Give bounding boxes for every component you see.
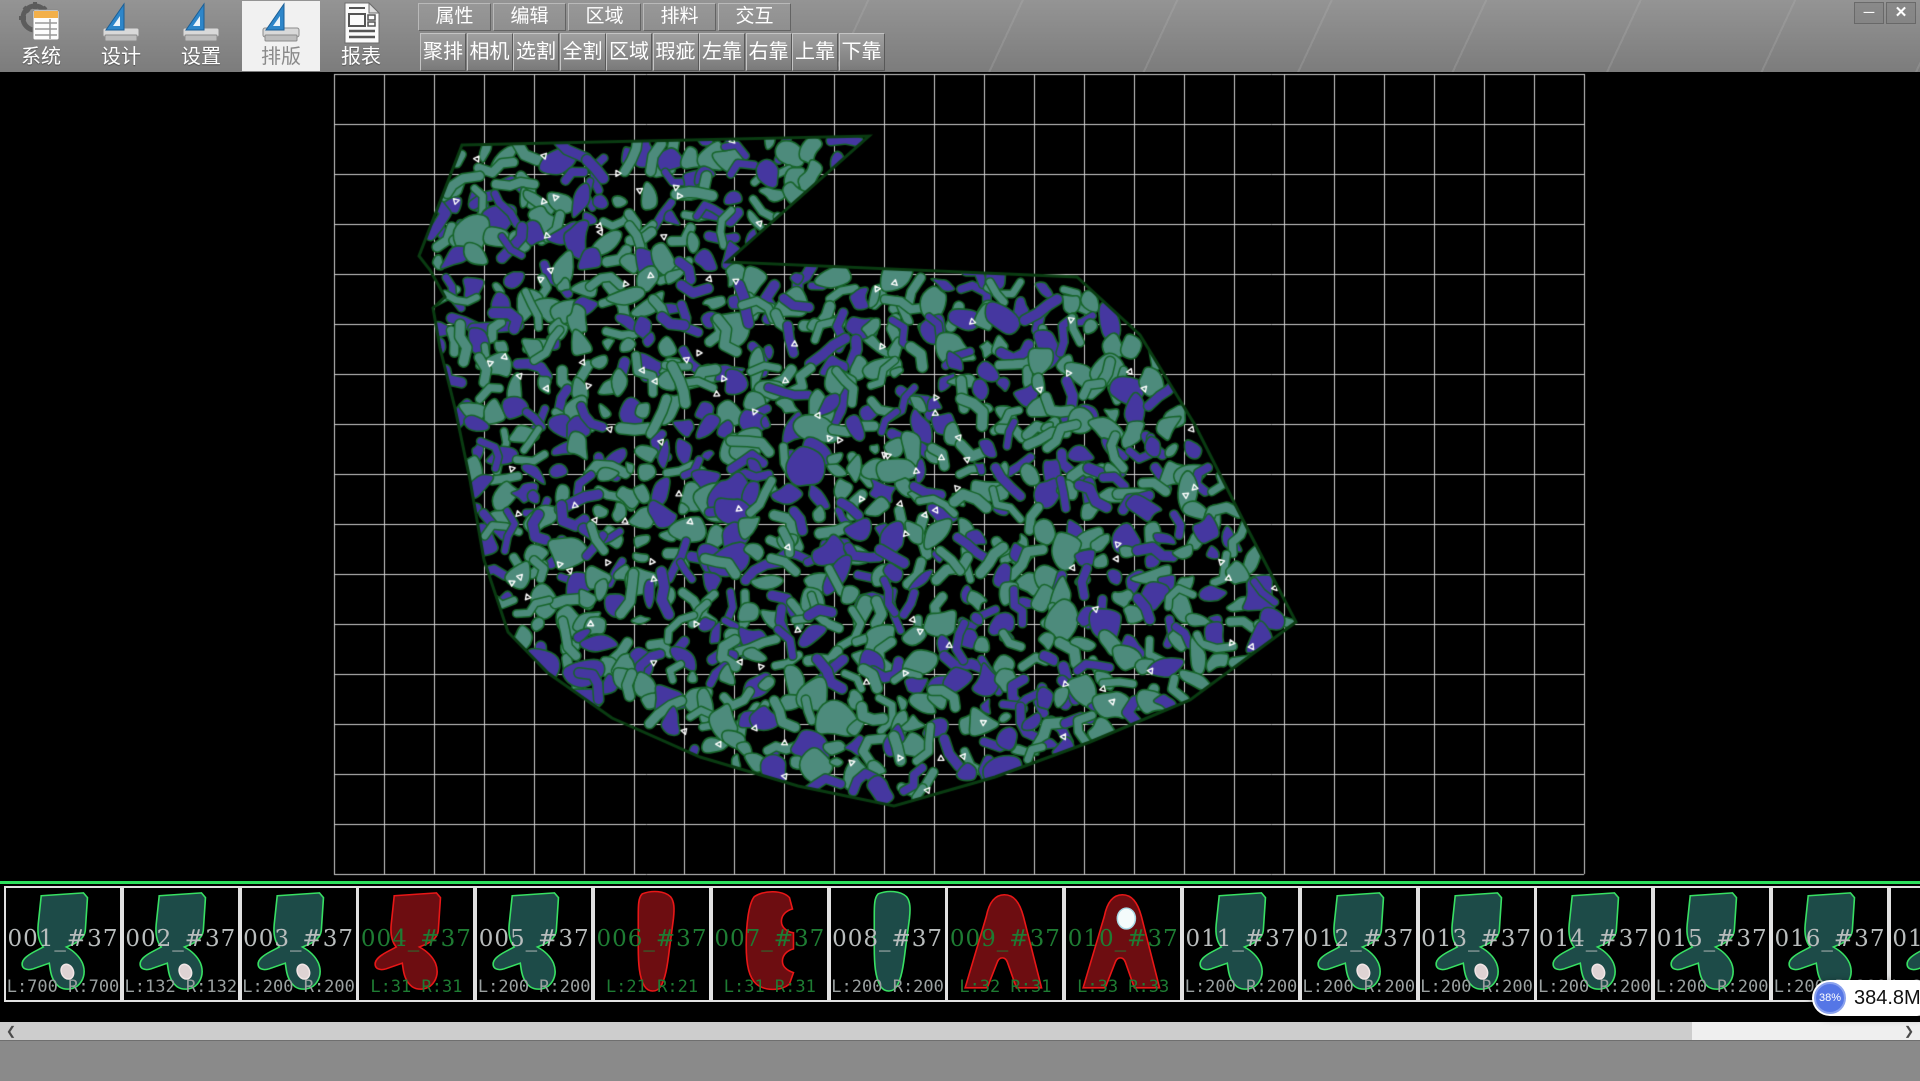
piece-thumbnail-002_#37[interactable]: 002_#37 L:132 R:132 [122,886,240,1002]
piece-thumbnail-001_#37[interactable]: 001_#37 L:700 R:700 [4,886,122,1002]
tool-button-相机[interactable]: 相机 [467,33,513,71]
tool-button-右靠[interactable]: 右靠 [746,33,792,71]
tool-button-瑕疵[interactable]: 瑕疵 [653,33,699,71]
piece-lr-count-label: L:200 R:200 [1420,977,1534,997]
piece-thumbnail-003_#37[interactable]: 003_#37 L:200 R:200 [240,886,358,1002]
mode-button-label: 系统 [21,45,61,69]
menu-tab-编辑[interactable]: 编辑 [493,3,566,31]
close-button[interactable]: ✕ [1886,2,1916,24]
piece-lr-count-label: L:33 R:33 [1066,977,1180,997]
mode-button-label: 排版 [261,45,301,69]
menu-tab-交互[interactable]: 交互 [718,3,791,31]
tool-button-左靠[interactable]: 左靠 [699,33,745,71]
piece-lr-count-label: L:200 R:200 [1184,977,1298,997]
piece-thumbnail-014_#37[interactable]: 014_#37 L:200 R:200 [1535,886,1653,1002]
piece-name-label: 011_#37 [1184,926,1298,952]
piece-name-label: 005_#37 [477,926,591,952]
piece-lr-count-label: L:200 R:200 [1655,977,1769,997]
tool-button-选割[interactable]: 选割 [513,33,559,71]
piece-name-label: 008_#37 [831,926,945,952]
piece-name-label: 006_#37 [595,926,709,952]
piece-name-label: 016_#37 [1773,926,1887,952]
scroll-right-arrow-icon[interactable]: ❯ [1900,1022,1918,1040]
tool-button-全割[interactable]: 全割 [560,33,606,71]
piece-thumbnail-007_#37[interactable]: 007_#37 L:31 R:31 [711,886,829,1002]
mode-button-label: 设计 [101,45,141,69]
piece-thumbnail-015_#37[interactable]: 015_#37 L:200 R:200 [1653,886,1771,1002]
status-bar [0,1040,1920,1081]
piece-lr-count-label: L:21 R:21 [595,977,709,997]
menu-tab-属性[interactable]: 属性 [418,3,491,31]
piece-thumbnail-013_#37[interactable]: 013_#37 L:200 R:200 [1418,886,1536,1002]
piece-name-label: 001_#37 [6,926,120,952]
piece-name-label: 003_#37 [242,926,356,952]
tool-button-区域[interactable]: 区域 [606,33,652,71]
piece-name-label: 015_#37 [1655,926,1769,952]
piece-thumbnail-004_#37[interactable]: 004_#37 L:31 R:31 [357,886,475,1002]
minimize-button[interactable]: ─ [1854,2,1884,24]
system-gear-icon [19,2,63,44]
piece-lr-count-label: L:32 R:31 [948,977,1062,997]
report-icon [339,2,383,44]
piece-name-label: 014_#37 [1537,926,1651,952]
piece-lr-count-label: L:31 R:31 [359,977,473,997]
piece-lr-count-label: L:200 R:200 [477,977,591,997]
piece-lr-count-label: L:200 R:200 [1537,977,1651,997]
piece-name-label: 004_#37 [359,926,473,952]
mode-button-排版[interactable]: 排版 [242,1,320,71]
tool-button-聚排[interactable]: 聚排 [420,33,466,71]
ruler-icon [259,2,303,44]
piece-lr-count-label: L:132 R:132 [124,977,238,997]
piece-lr-count-label: L:200 R:200 [1302,977,1416,997]
piece-name-label: 009_#37 [948,926,1062,952]
piece-thumbnail-008_#37[interactable]: 008_#37 L:200 R:200 [829,886,947,1002]
mode-button-label: 设置 [181,45,221,69]
piece-thumbnail-009_#37[interactable]: 009_#37 L:32 R:31 [946,886,1064,1002]
horizontal-scrollbar[interactable]: ❮ ❯ [0,1022,1920,1040]
mode-button-系统[interactable]: 系统 [2,1,80,71]
tool-button-下靠[interactable]: 下靠 [839,33,885,71]
piece-lr-count-label: L:200 R:200 [242,977,356,997]
piece-thumbnail-011_#37[interactable]: 011_#37 L:200 R:200 [1182,886,1300,1002]
piece-name-label: 012_#37 [1302,926,1416,952]
piece-thumbnail-strip: 001_#37L:700 R:700002_#37L:132 R:132003_… [0,884,1920,1006]
main-toolbar: 系统设计设置排版报表 属性编辑区域排料交互 聚排相机选割全割区域瑕疵左靠右靠上靠… [0,0,1920,73]
nesting-workspace[interactable] [0,72,1920,881]
ruler-icon [99,2,143,44]
piece-thumbnail-005_#37[interactable]: 005_#37 L:200 R:200 [475,886,593,1002]
piece-name-label: 017_#37 [1891,926,1920,952]
piece-lr-count-label: L:200 R:200 [831,977,945,997]
application-window: 系统设计设置排版报表 属性编辑区域排料交互 聚排相机选割全割区域瑕疵左靠右靠上靠… [0,0,1920,1080]
piece-name-label: 002_#37 [124,926,238,952]
piece-lr-count-label: L:700 R:700 [6,977,120,997]
mode-button-设置[interactable]: 设置 [162,1,240,71]
mode-button-报表[interactable]: 报表 [322,1,400,71]
menu-tab-排料[interactable]: 排料 [643,3,716,31]
scrollbar-thumb[interactable] [0,1022,1692,1040]
memory-amount-label: 384.8M [1854,987,1920,1010]
piece-thumbnail-006_#37[interactable]: 006_#37 L:21 R:21 [593,886,711,1002]
piece-name-label: 010_#37 [1066,926,1180,952]
mode-button-label: 报表 [341,45,381,69]
piece-name-label: 007_#37 [713,926,827,952]
tool-button-上靠[interactable]: 上靠 [792,33,838,71]
piece-thumbnail-012_#37[interactable]: 012_#37 L:200 R:200 [1300,886,1418,1002]
ruler-icon [179,2,223,44]
menu-tab-区域[interactable]: 区域 [568,3,641,31]
memory-status-badge: 38% 384.8M [1812,980,1920,1016]
mode-button-设计[interactable]: 设计 [82,1,160,71]
piece-thumbnail-010_#37[interactable]: 010_#37 L:33 R:33 [1064,886,1182,1002]
nesting-canvas[interactable] [0,72,1920,881]
toolbar-texture [790,0,1920,72]
scroll-left-arrow-icon[interactable]: ❮ [2,1022,20,1040]
memory-percent-indicator: 38% [1814,982,1846,1014]
piece-name-label: 013_#37 [1420,926,1534,952]
piece-lr-count-label: L:31 R:31 [713,977,827,997]
